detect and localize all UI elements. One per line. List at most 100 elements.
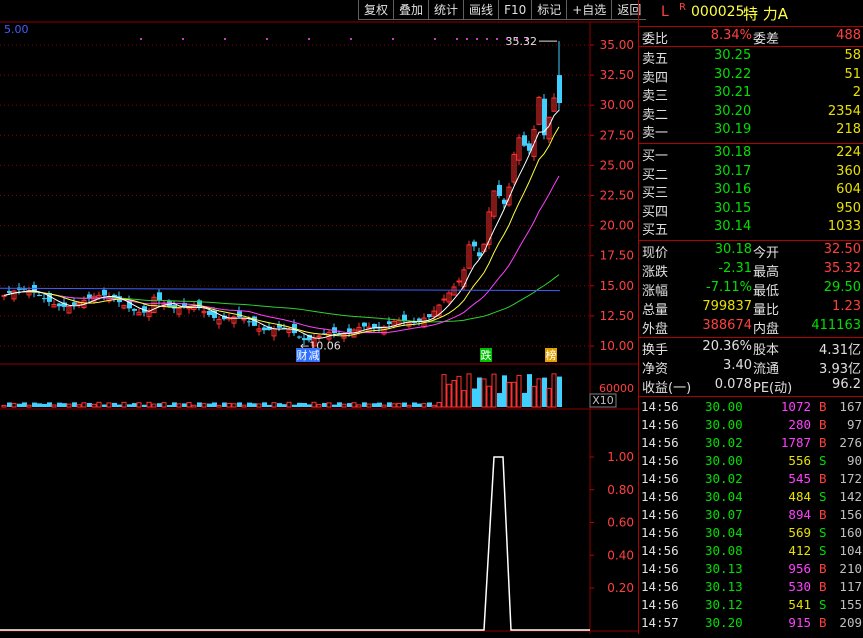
fund-value: 0.078 xyxy=(714,377,752,392)
event-badge-label: 减 xyxy=(309,349,320,362)
stat-row: 涨跌 -2.31 最高 35.32 xyxy=(639,261,863,280)
volume-bar xyxy=(337,402,342,407)
fund-label: 净资 xyxy=(642,362,669,377)
ask-price: 30.21 xyxy=(714,85,752,100)
toolbar-button-2[interactable]: 统计 xyxy=(428,0,464,20)
volume-bar xyxy=(396,402,402,408)
tick-volume: 545 xyxy=(788,471,811,486)
separator xyxy=(639,240,863,241)
ma-label: 5.00 xyxy=(4,23,29,36)
stat-label: 总量 xyxy=(642,303,669,318)
bid-label: 买四 xyxy=(642,204,669,220)
tick-count: 156 xyxy=(839,507,862,522)
event-marker xyxy=(182,38,184,40)
volume-bar xyxy=(252,403,257,407)
tick-volume: 280 xyxy=(788,417,811,432)
bid-row: 买三 30.16 604 xyxy=(639,182,863,201)
bid-volume: 360 xyxy=(836,163,861,179)
volume-bar xyxy=(506,381,512,408)
tick-time: 14:56 xyxy=(641,525,679,540)
volume-bar xyxy=(297,402,302,407)
stat-value: 411163 xyxy=(811,318,861,333)
volume-unit-label: X10 xyxy=(592,394,614,407)
tick-direction: S xyxy=(819,543,827,558)
trade-tick-row: 14:57 30.20 915 B 209 xyxy=(639,615,863,633)
ask-label: 卖二 xyxy=(642,107,669,123)
volume-bar xyxy=(311,401,317,408)
tick-time: 14:56 xyxy=(641,597,679,612)
volume-bar xyxy=(91,403,97,408)
candle-body xyxy=(157,292,162,301)
volume-bar xyxy=(286,401,292,408)
volume-bar xyxy=(11,403,17,408)
volume-bar xyxy=(341,403,347,408)
tick-volume: 894 xyxy=(788,507,811,522)
stat-value: -7.11% xyxy=(706,280,752,295)
event-marker xyxy=(476,38,478,40)
ma5-line xyxy=(3,109,560,339)
kline-chart[interactable]: 35.00 32.50 30.00 27.50 25.00 22.50 20.00 17.50… xyxy=(0,0,638,634)
volume-bar xyxy=(436,402,442,408)
volume-bar xyxy=(231,403,237,408)
event-marker xyxy=(350,38,352,40)
tick-direction: B xyxy=(819,561,827,576)
quote-header: L R 000025 特 力A xyxy=(639,2,863,24)
ask-price: 30.22 xyxy=(714,66,752,82)
tick-price: 30.02 xyxy=(705,435,743,450)
bid-volume: 1033 xyxy=(827,219,861,234)
volume-bar xyxy=(136,402,142,408)
toolbar-button-3[interactable]: 画线 xyxy=(463,0,499,20)
candle-body xyxy=(262,327,267,331)
trade-tick-row: 14:56 30.13 956 B 210 xyxy=(639,561,863,579)
volume-bar xyxy=(207,403,212,407)
toolbar-button-4[interactable]: F10 xyxy=(498,0,532,20)
volume-bar xyxy=(551,373,557,408)
event-marker xyxy=(434,38,436,40)
volume-bar xyxy=(151,403,157,408)
tick-time: 14:56 xyxy=(641,543,679,558)
tick-volume: 1787 xyxy=(780,435,811,450)
tick-price: 30.20 xyxy=(705,615,743,630)
indicator-tick-label: 0.40 xyxy=(607,548,634,562)
stat-value: 32.50 xyxy=(823,242,861,257)
fund-row: 净资 3.40 流通 3.93亿 xyxy=(639,358,863,377)
fund-label: 收益(一) xyxy=(642,381,692,396)
ask-volume: 2354 xyxy=(827,103,861,119)
volume-bar xyxy=(57,402,62,407)
tick-volume: 541 xyxy=(788,597,811,612)
indicator-tick-label: 0.20 xyxy=(607,581,634,595)
event-badge-label: 榜 xyxy=(546,348,557,362)
tick-count: 97 xyxy=(846,417,862,432)
trade-tick-row: 14:56 30.12 541 S 155 xyxy=(639,597,863,615)
toolbar-button-1[interactable]: 叠加 xyxy=(393,0,429,20)
bid-row: 买二 30.17 360 xyxy=(639,164,863,183)
event-marker xyxy=(496,38,498,40)
volume-bar xyxy=(62,403,67,407)
volume-bar xyxy=(347,403,352,407)
ask-label: 卖一 xyxy=(642,126,669,141)
stat-label: 最高 xyxy=(753,265,780,280)
indicator-tick-label: 0.60 xyxy=(607,516,634,530)
toolbar-button-5[interactable]: 标记 xyxy=(531,0,567,20)
stat-label: 最低 xyxy=(753,284,780,299)
volume-bar xyxy=(387,402,392,407)
bid-row: 买四 30.15 950 xyxy=(639,201,863,220)
chart-toolbar: 复权 叠加 统计 画线 F10 标记 +自选 返回 xyxy=(358,0,647,21)
price-tick-label: 27.50 xyxy=(600,128,634,142)
ask-volume: 218 xyxy=(836,122,861,137)
toolbar-button-6[interactable]: +自选 xyxy=(566,0,612,20)
candle-body xyxy=(7,290,12,293)
bid-label: 买一 xyxy=(642,149,669,164)
quote-panel: L R 000025 特 力A 委比 8.34% 委差 488 卖五 30.25 58 卖四 30.22… xyxy=(638,0,863,634)
ask-price: 30.19 xyxy=(714,122,752,137)
candle-body xyxy=(316,335,322,338)
toolbar-button-0[interactable]: 复权 xyxy=(358,0,394,20)
trade-tick-row: 14:56 30.00 280 B 97 xyxy=(639,417,863,435)
fund-label: 流通 xyxy=(753,362,780,377)
tick-time: 14:56 xyxy=(641,561,679,576)
kline-chart-area[interactable]: 35.00 32.50 30.00 27.50 25.00 22.50 20.00 17.50… xyxy=(0,0,638,634)
volume-bar xyxy=(37,403,42,407)
trade-tick-row: 14:56 30.13 530 B 117 xyxy=(639,579,863,597)
separator xyxy=(639,143,863,144)
tick-count: 104 xyxy=(839,543,862,558)
